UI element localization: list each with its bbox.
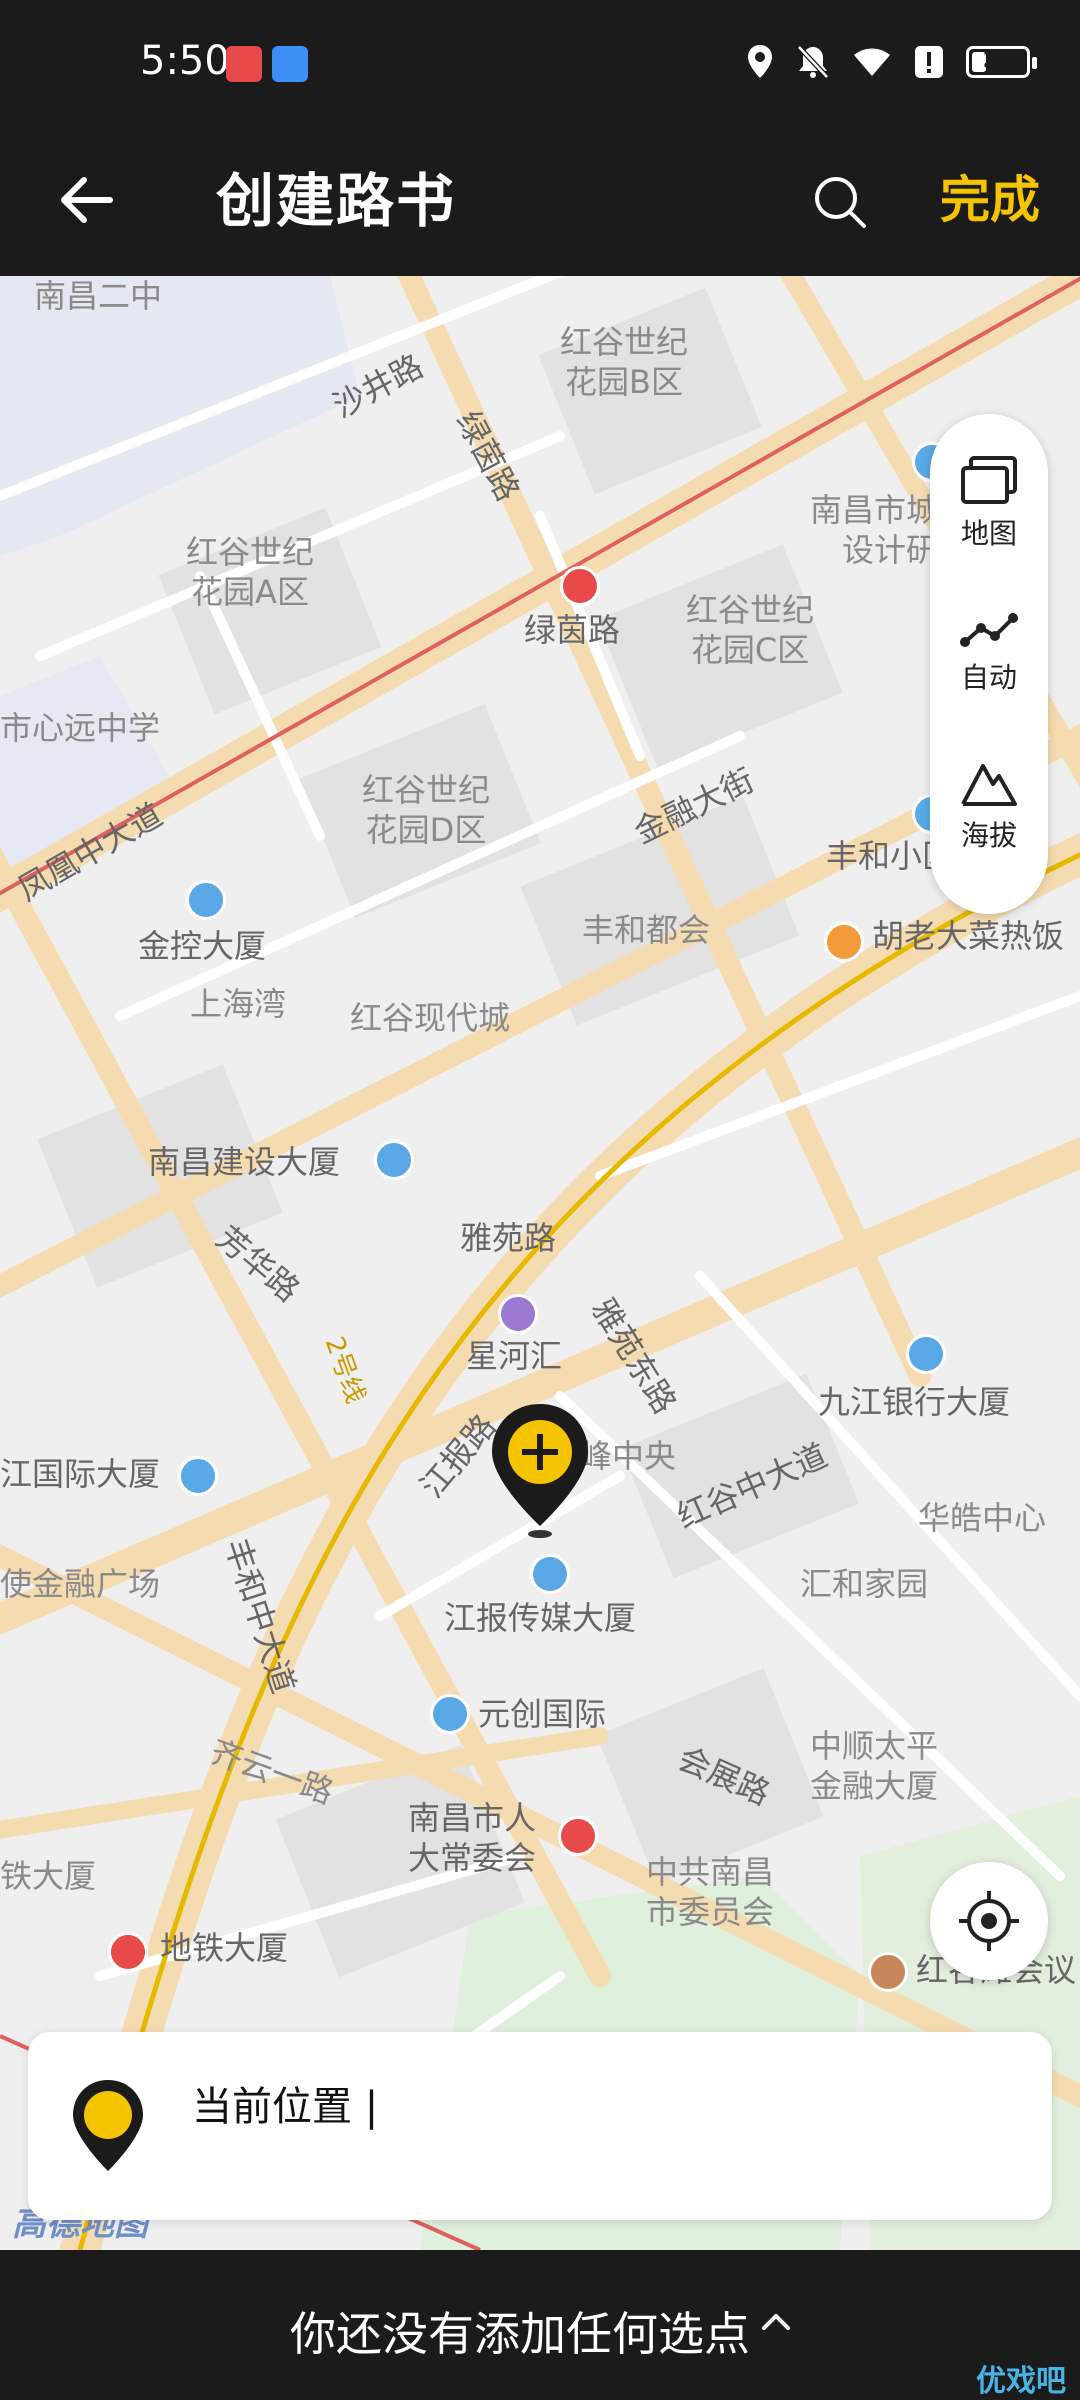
restaurant-poi-icon[interactable] [824,922,864,962]
map-label: 汇和家园 [800,1565,929,1603]
map-label: 金控大厦 [138,927,267,965]
no-points-text: 你还没有添加任何选点 [290,2307,750,2361]
map-label: 江国际大厦 [0,1455,161,1493]
building-poi-icon[interactable] [906,1334,946,1374]
metro-station-icon[interactable] [108,1932,148,1972]
map-label: 上海湾 [190,985,287,1023]
status-icons: 24 [746,44,1037,80]
map-label: 江报传媒大厦 [444,1599,637,1637]
altitude-button[interactable]: 海拔 [930,758,1048,854]
mountain-icon [961,764,1017,806]
map-label: 雅苑路 [460,1219,557,1257]
wifi-icon [854,48,890,76]
screen: 5:50 24 创建路书 完成 南昌二中 沙井路 绿茵路 红谷世纪 花园B区 南… [0,0,1080,2400]
back-arrow-icon [61,177,113,223]
building-poi-icon[interactable] [178,1456,218,1496]
map-label: 红谷世纪 花园D区 [362,771,491,849]
metro-station-icon[interactable] [560,566,600,606]
done-button[interactable]: 完成 [940,160,1040,232]
map-label: 丰和都会 [582,911,711,949]
map-label: 红谷世纪 花园A区 [186,533,315,611]
cloud-app-icon [272,46,308,82]
huawei-app-icon [226,46,262,82]
station-label: 绿茵路 [524,611,621,649]
venue-poi-icon[interactable] [868,1952,908,1992]
battery-level: 24 [982,48,1014,73]
auto-route-label: 自动 [960,661,1017,694]
mute-bell-icon [797,45,829,79]
battery-icon: 24 [966,46,1037,78]
map-view[interactable]: 南昌二中 沙井路 绿茵路 红谷世纪 花园B区 南昌市城乡规划 设计研究院 红谷世… [0,276,1080,2250]
building-poi-icon[interactable] [374,1140,414,1180]
bottom-sheet-bar[interactable]: 你还没有添加任何选点 优戏吧 [0,2250,1080,2400]
alert-icon [915,46,943,78]
auto-route-button[interactable]: 自动 [930,610,1048,696]
center-pin[interactable] [486,1400,594,1540]
map-label: 元创国际 [478,1695,607,1733]
current-location-card[interactable]: 当前位置 | [28,2032,1052,2220]
map-label: 胡老大菜热饭 [872,917,1065,955]
map-label: 中顺太平 金融大厦 [810,1727,939,1805]
map-label: 南昌二中 [34,277,163,315]
map-label: 南昌建设大厦 [148,1143,341,1181]
building-poi-icon[interactable] [430,1694,470,1734]
map-label: 星河汇 [466,1337,563,1375]
map-label: 市心远中学 [0,709,161,747]
add-point-pin-icon [492,1404,588,1538]
altitude-label: 海拔 [960,819,1017,852]
location-pin-icon [73,2080,143,2171]
locate-button[interactable] [930,1862,1048,1980]
map-label: 使金融广场 [0,1565,161,1603]
mall-poi-icon[interactable] [498,1294,538,1334]
chevron-up-icon[interactable] [760,2310,792,2332]
watermark: 优戏吧 [976,2364,1066,2399]
search-icon [815,177,866,228]
map-tool-panel: 地图 自动 海拔 [930,414,1048,914]
map-layer-label: 地图 [960,517,1017,550]
map-label: 红谷现代城 [350,999,511,1037]
page-title: 创建路书 [216,167,457,235]
nav-bar: 创建路书 完成 [0,130,1080,276]
station-label: 地铁大厦 [160,1929,289,1967]
map-label: 红谷世纪 花园B区 [560,323,689,401]
status-bar: 5:50 24 [0,0,1080,130]
map-label: 南昌市人 大常委会 [408,1799,537,1877]
building-poi-icon[interactable] [186,880,226,920]
location-icon [748,45,772,78]
building-poi-icon[interactable] [530,1554,570,1594]
layers-icon [961,456,1017,504]
map-label: 华皓中心 [918,1499,1047,1537]
crosshair-icon [959,1891,1019,1951]
search-button[interactable] [800,162,880,242]
government-poi-icon[interactable] [558,1816,598,1856]
status-time: 5:50 [140,38,230,84]
map-label: 中共南昌 市委员会 [646,1853,775,1931]
map-label: 铁大厦 [0,1857,97,1895]
route-icon [960,613,1018,647]
map-layer-button[interactable]: 地图 [930,456,1048,552]
current-location-text: 当前位置 | [192,2084,379,2130]
map-label: 九江银行大厦 [818,1383,1011,1421]
back-button[interactable] [46,160,126,240]
map-label: 红谷世纪 花园C区 [686,591,815,669]
